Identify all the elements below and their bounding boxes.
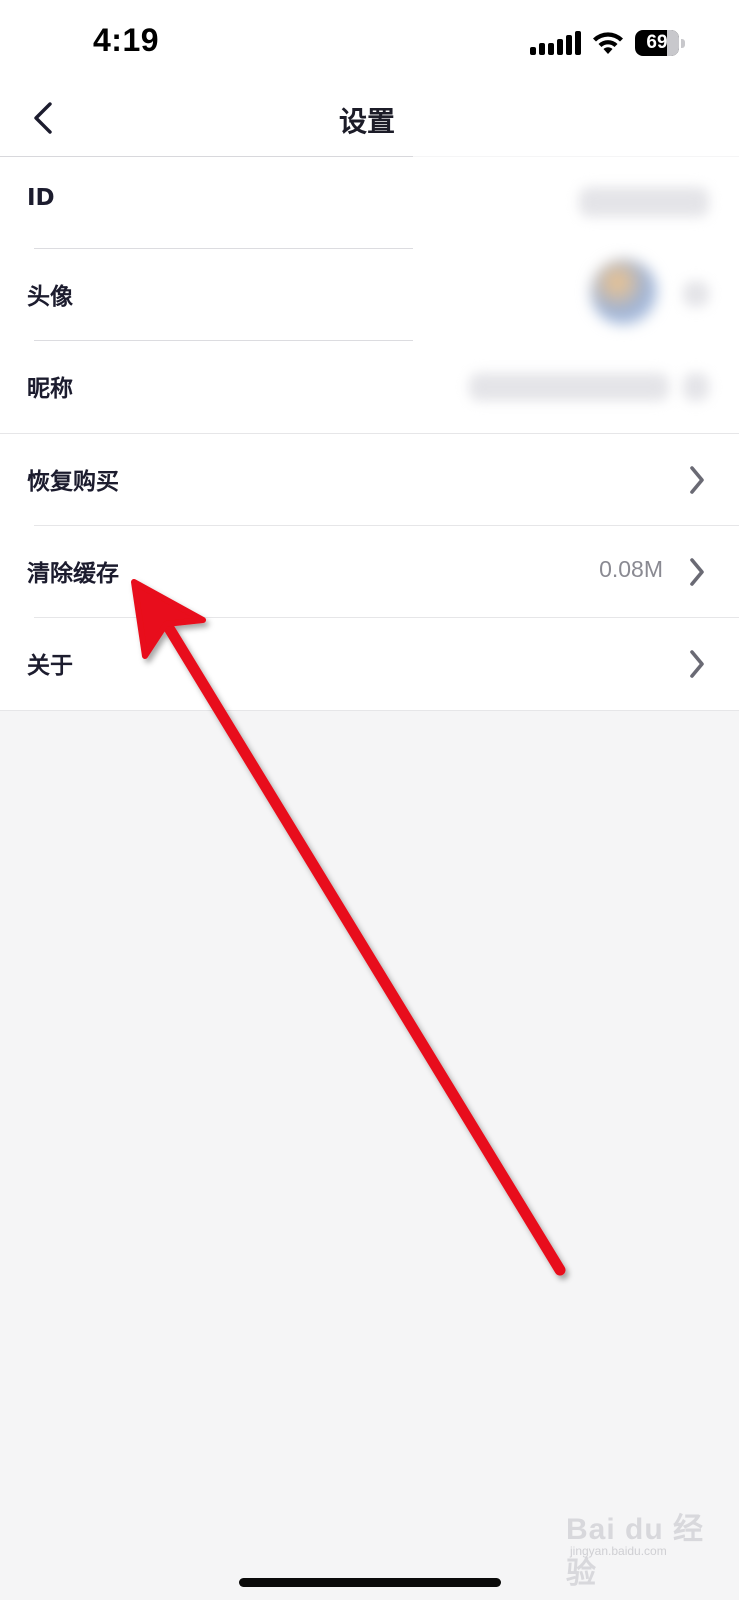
- settings-row-nickname[interactable]: 昵称: [0, 341, 739, 434]
- watermark: Bai du 经验 jingyan.baidu.com: [566, 1500, 716, 1590]
- avatar: [591, 259, 657, 325]
- back-button[interactable]: [22, 96, 66, 140]
- watermark-url: jingyan.baidu.com: [570, 1544, 667, 1558]
- signal-icon: [530, 31, 581, 55]
- row-label-id: ID: [27, 185, 55, 211]
- settings-row-avatar[interactable]: 头像: [0, 249, 739, 341]
- chevron-right-icon: [690, 558, 704, 586]
- wifi-icon: [593, 32, 623, 54]
- status-bar: 4:19 69: [0, 0, 739, 88]
- chevron-right-icon: [690, 466, 704, 494]
- chevron-left-icon: [34, 102, 52, 134]
- blurred-nickname-chevron: [683, 373, 709, 401]
- settings-row-restore-purchase[interactable]: 恢复购买: [0, 434, 739, 526]
- settings-row-clear-cache[interactable]: 清除缓存 0.08M: [0, 526, 739, 618]
- row-label-avatar: 头像: [27, 284, 73, 310]
- page-title: 设置: [339, 105, 396, 138]
- blurred-avatar-chevron: [683, 281, 709, 307]
- blurred-nickname-value: [469, 373, 669, 401]
- row-label-clear-cache: 清除缓存: [27, 561, 119, 587]
- settings-screen: 4:19 69 设置 ID 头像 昵称 恢复购买 清除缓存 0.08M 关于 B…: [0, 0, 739, 1600]
- status-icons: 69: [530, 28, 685, 58]
- home-indicator[interactable]: [239, 1578, 501, 1587]
- battery-level: 69: [646, 32, 668, 53]
- cache-size-value: 0.08M: [599, 556, 663, 582]
- settings-list: ID 头像 昵称 恢复购买 清除缓存 0.08M 关于: [0, 157, 739, 711]
- row-label-about: 关于: [27, 653, 73, 679]
- blurred-id-value: [579, 187, 709, 217]
- battery-icon: 69: [635, 30, 685, 56]
- row-label-restore-purchase: 恢复购买: [27, 469, 119, 495]
- settings-row-about[interactable]: 关于: [0, 618, 739, 711]
- settings-row-id[interactable]: ID: [0, 157, 739, 249]
- chevron-right-icon: [690, 650, 704, 678]
- row-label-nickname: 昵称: [27, 376, 73, 402]
- status-time: 4:19: [93, 22, 160, 58]
